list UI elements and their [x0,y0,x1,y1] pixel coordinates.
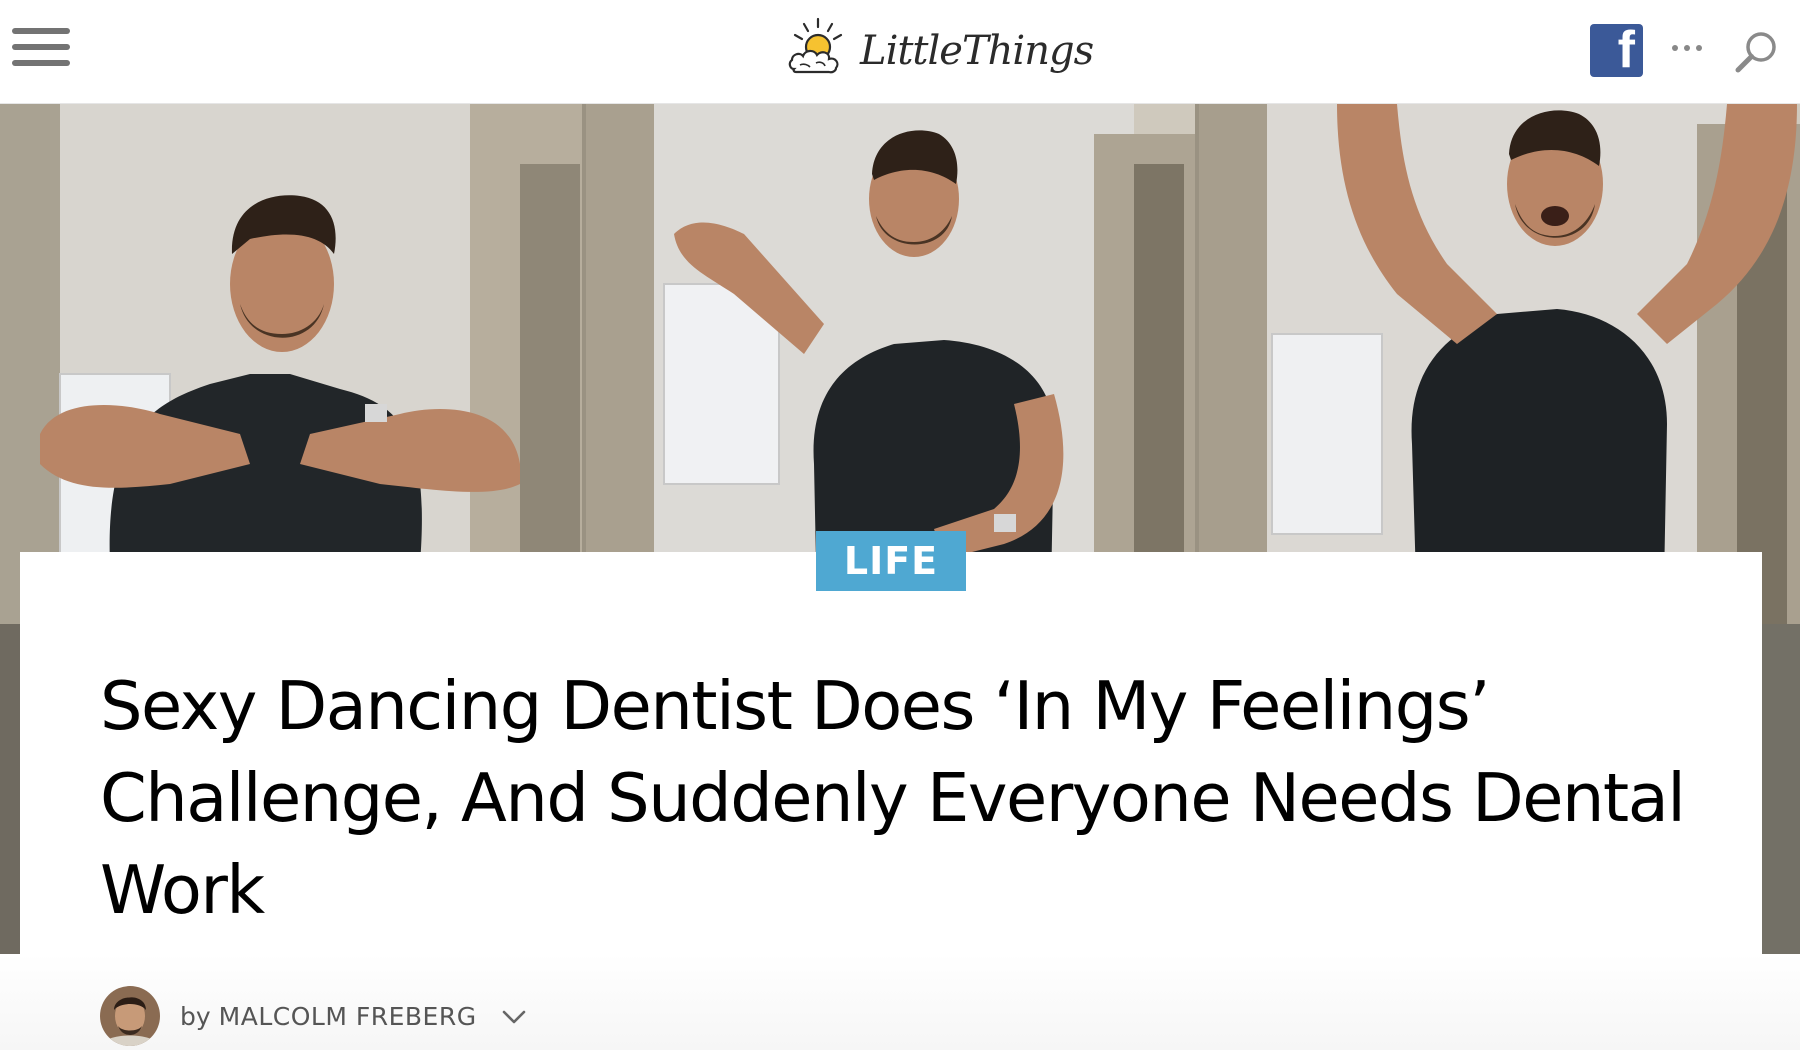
category-badge[interactable]: LIFE [816,531,966,591]
author-byline[interactable]: by MALCOLM FREBERG [180,1002,527,1031]
article-headline: Sexy Dancing Dentist Does ‘In My Feeling… [100,667,1686,929]
site-logo[interactable]: LittleThings [782,8,1094,94]
author-avatar[interactable] [100,986,160,1046]
facebook-icon[interactable]: f [1590,24,1643,77]
logo-wordmark: LittleThings [860,28,1094,74]
author-name: MALCOLM FREBERG [218,1002,477,1031]
chevron-down-icon[interactable] [501,1007,527,1027]
search-icon[interactable] [1732,28,1780,76]
more-options-icon[interactable] [1672,42,1702,54]
sun-cloud-logo-icon [788,17,843,74]
hamburger-menu-icon[interactable] [12,24,70,70]
byline-prefix: by [180,1002,211,1031]
site-header: LittleThings f [0,0,1800,104]
